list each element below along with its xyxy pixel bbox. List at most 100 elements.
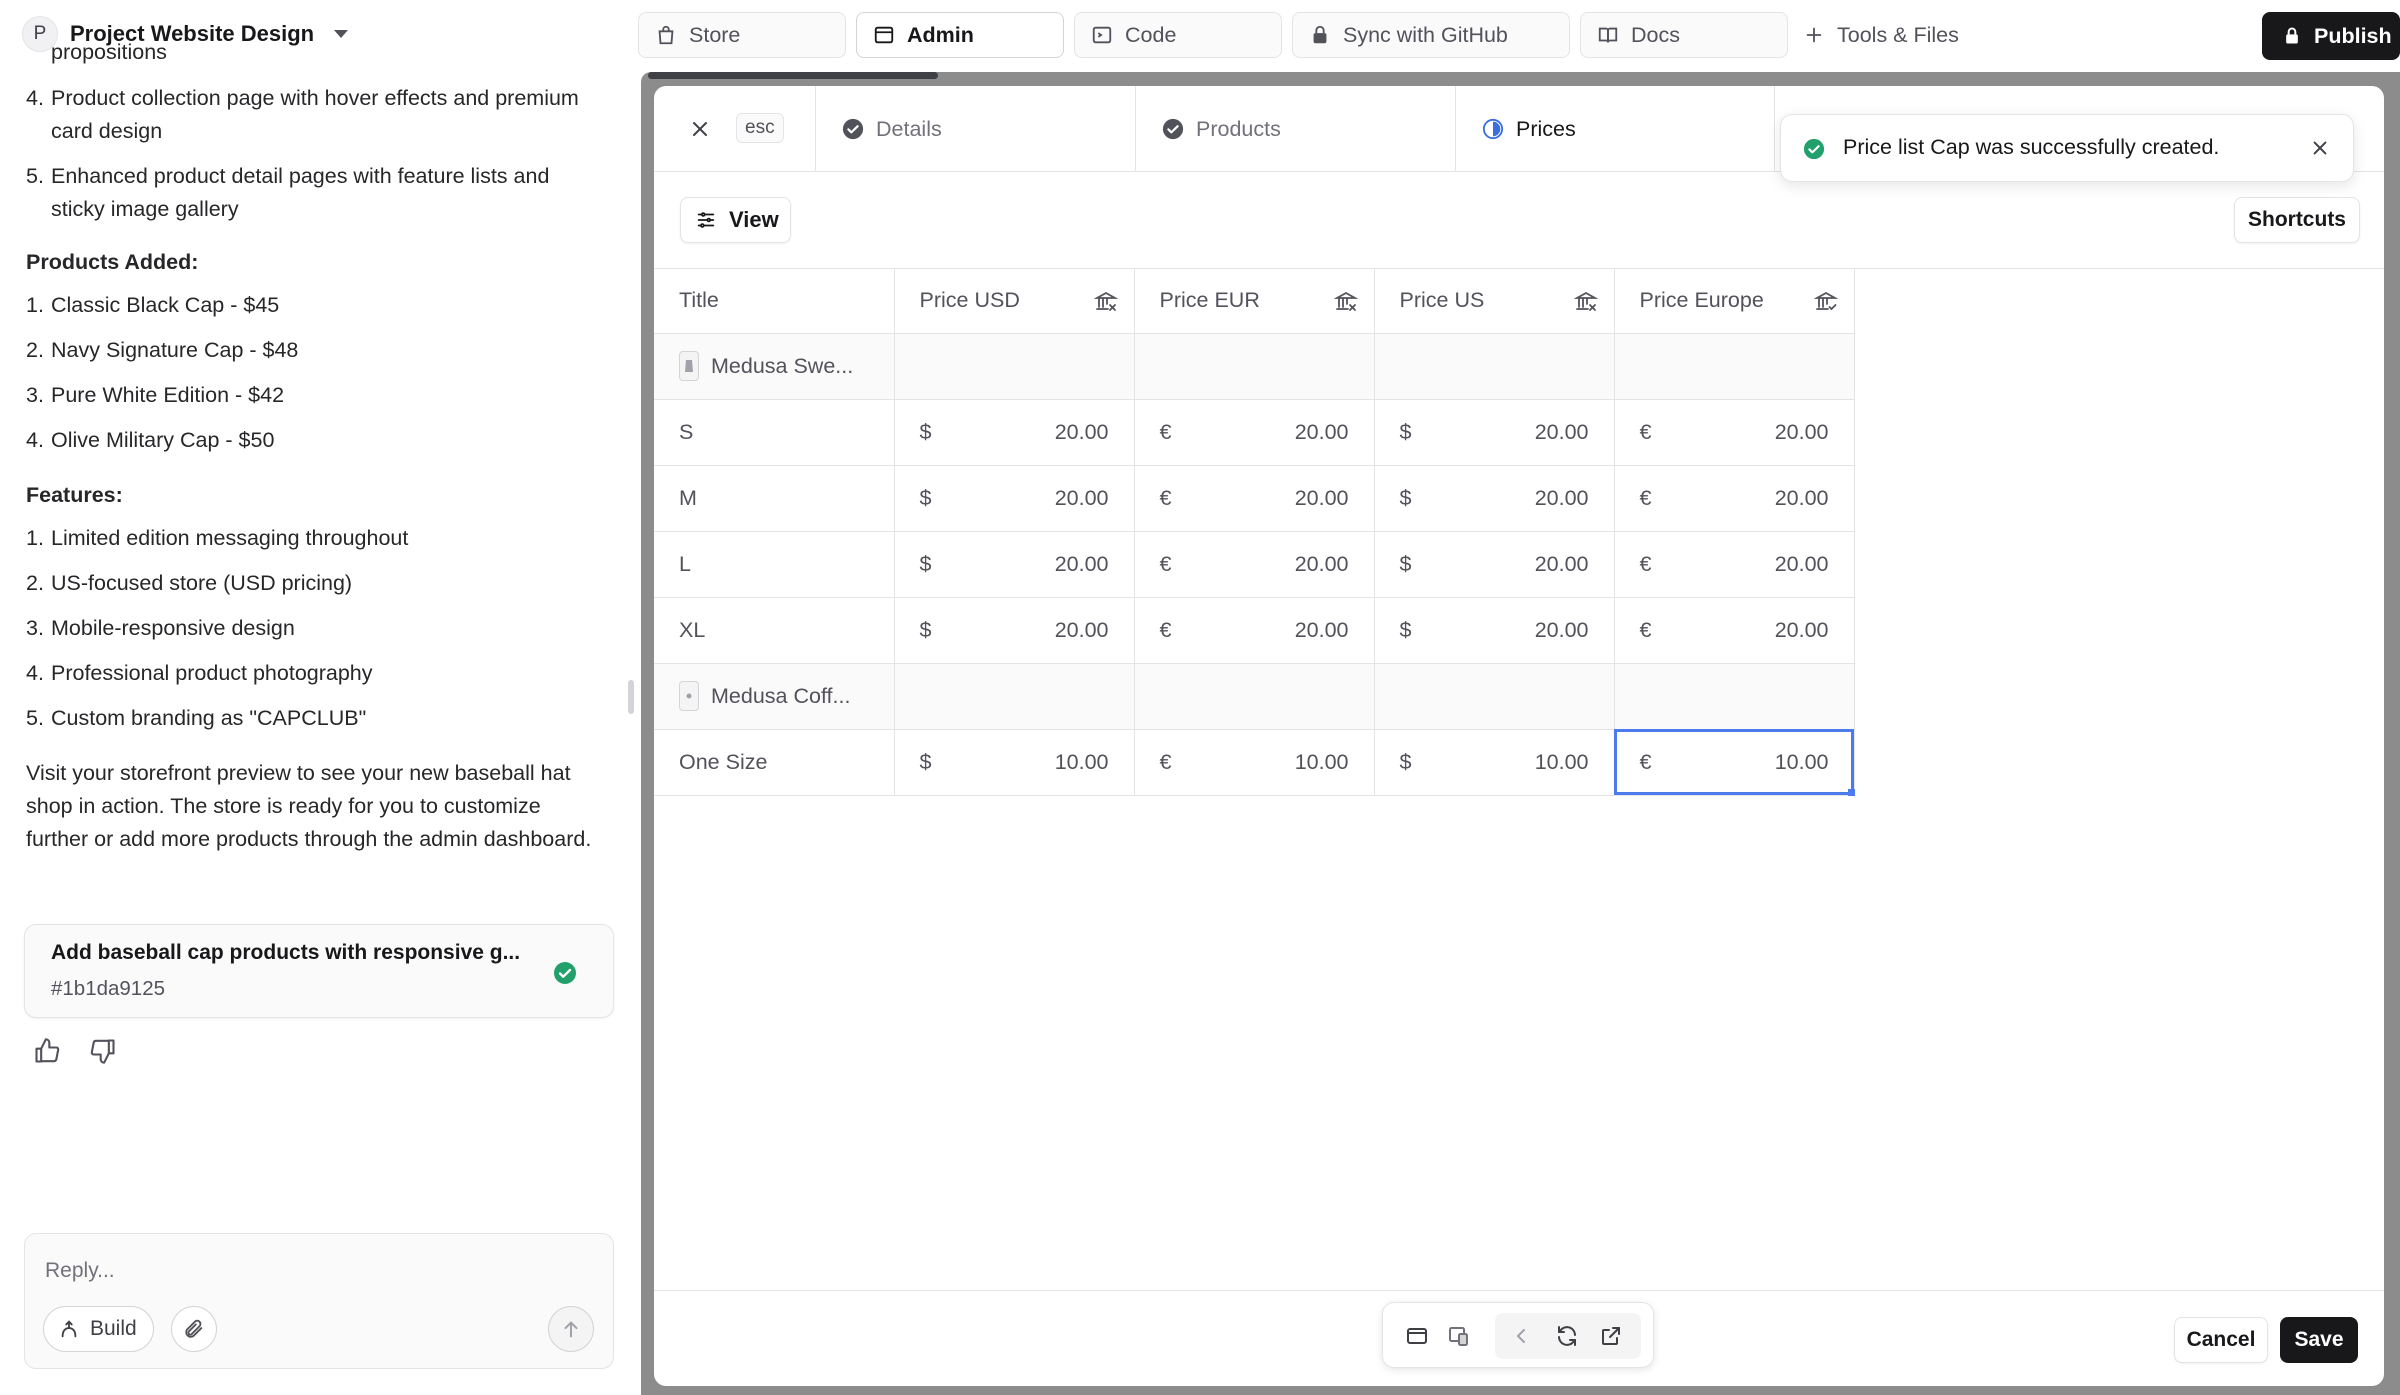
features-heading: Features: (26, 483, 123, 507)
price-grid: Title Price USD Price EUR Price US Price… (654, 269, 1855, 796)
grid-cell[interactable]: $20.00 (1374, 399, 1615, 466)
view-button[interactable]: View (680, 197, 791, 243)
commit-hash: #1b1da9125 (51, 977, 166, 1000)
tab-admin[interactable]: Admin (856, 12, 1064, 58)
column-header-price-us: Price US (1374, 269, 1615, 334)
grid-cell[interactable]: $10.00 (1374, 729, 1615, 796)
close-icon[interactable] (690, 119, 710, 139)
bank-check-icon[interactable] (1813, 289, 1838, 313)
list-item: 2. US-focused store (USD pricing) (26, 571, 353, 595)
resize-handle[interactable] (628, 680, 634, 714)
grid-cell[interactable] (894, 663, 1135, 730)
grid-cell[interactable]: $20.00 (894, 531, 1135, 598)
tab-code[interactable]: Code (1074, 12, 1282, 58)
cancel-button[interactable]: Cancel (2174, 1317, 2268, 1363)
tab-products[interactable]: Products (1135, 86, 1455, 172)
bank-icon[interactable] (1333, 289, 1358, 313)
success-toast: Price list Cap was successfully created. (1780, 114, 2354, 182)
products-heading: Products Added: (26, 250, 199, 274)
tab-docs[interactable]: Docs (1580, 12, 1788, 58)
hammer-icon (61, 1320, 77, 1338)
features-list: 1. Limited edition messaging throughout 2… (26, 522, 616, 735)
grid-cell[interactable]: $20.00 (894, 597, 1135, 664)
send-button[interactable] (548, 1306, 594, 1352)
grid-cell[interactable] (1374, 663, 1615, 730)
refresh-icon[interactable] (1555, 1324, 1579, 1348)
grid-cell[interactable]: L (654, 531, 895, 598)
feedback-row (32, 1036, 118, 1066)
commit-card[interactable]: Add baseball cap products with responsiv… (24, 924, 614, 1018)
tools-files-button[interactable]: Tools & Files (1803, 12, 1959, 58)
grid-cell[interactable]: Medusa Coff... (654, 663, 895, 730)
grid-cell[interactable]: $20.00 (1374, 597, 1615, 664)
grid-cell[interactable]: €10.00 (1134, 729, 1375, 796)
list-item: 1. Limited edition messaging throughout (26, 526, 409, 550)
grid-cell[interactable]: $20.00 (1374, 465, 1615, 532)
list-item: 5. Custom branding as "CAPCLUB" (26, 706, 367, 730)
grid-cell[interactable] (1614, 663, 1855, 730)
products-list: 1. Classic Black Cap - $45 2. Navy Signatu… (26, 289, 616, 457)
tab-prices[interactable]: Prices (1455, 86, 1775, 172)
attach-button[interactable] (171, 1306, 217, 1352)
grid-cell[interactable] (1134, 663, 1375, 730)
thumbs-up-icon[interactable] (32, 1036, 62, 1066)
grid-cell[interactable]: €20.00 (1134, 531, 1375, 598)
grid-cell[interactable]: €20.00 (1134, 399, 1375, 466)
grid-cell[interactable]: S (654, 399, 895, 466)
build-label: Build (90, 1317, 137, 1340)
desktop-view-icon[interactable] (1405, 1324, 1429, 1348)
close-icon[interactable] (2311, 139, 2329, 157)
shortcuts-button[interactable]: Shortcuts (2234, 197, 2360, 243)
grid-cell[interactable] (1134, 333, 1375, 400)
tab-store[interactable]: Store (638, 12, 846, 58)
half-circle-icon (1482, 118, 1504, 140)
grid-cell[interactable]: €20.00 (1614, 399, 1855, 466)
grid-cell[interactable]: €20.00 (1614, 597, 1855, 664)
sliders-icon (697, 212, 715, 228)
paperclip-icon (185, 1319, 203, 1338)
responsive-view-icon[interactable] (1447, 1324, 1471, 1348)
grid-cell[interactable]: XL (654, 597, 895, 664)
grid-cell[interactable]: €20.00 (1134, 597, 1375, 664)
tab-sync-github[interactable]: Sync with GitHub (1292, 12, 1570, 58)
list-a: 4. Product collection page with hover eff… (26, 82, 616, 226)
fill-handle[interactable] (1847, 788, 1855, 796)
save-button[interactable]: Save (2280, 1317, 2358, 1363)
table-row: Medusa Swe... (654, 333, 1855, 400)
lock-icon (1313, 25, 1327, 44)
grid-cell[interactable]: $20.00 (894, 399, 1135, 466)
grid-cell[interactable] (894, 333, 1135, 400)
bank-icon[interactable] (1093, 289, 1118, 313)
list-item: 3. Mobile-responsive design (26, 616, 295, 640)
grid-cell[interactable]: $10.00 (894, 729, 1135, 796)
loading-progress-bar (648, 72, 938, 79)
grid-cell[interactable]: €20.00 (1614, 465, 1855, 532)
grid-cell[interactable] (1614, 333, 1855, 400)
grid-cell[interactable]: $20.00 (894, 465, 1135, 532)
grid-cell[interactable] (1374, 333, 1615, 400)
grid-cell[interactable]: Medusa Swe... (654, 333, 895, 400)
grid-cell[interactable]: M (654, 465, 895, 532)
plus-icon (1806, 27, 1822, 43)
publish-button[interactable]: Publish (2262, 12, 2400, 60)
grid-cell[interactable]: €20.00 (1614, 531, 1855, 598)
grid-cell[interactable]: $20.00 (1374, 531, 1615, 598)
grid-cell-selected[interactable]: €10.00 (1614, 729, 1855, 796)
open-external-icon[interactable] (1599, 1324, 1623, 1348)
grid-cell[interactable]: €20.00 (1134, 465, 1375, 532)
table-row: S $20.00 €20.00 $20.00 €20.00 (654, 399, 1855, 466)
column-header-price-europe: Price Europe (1614, 269, 1855, 334)
grid-cell[interactable]: One Size (654, 729, 895, 796)
list-item: 2. Navy Signature Cap - $48 (26, 338, 299, 362)
list-item: 4. Professional product photography (26, 661, 373, 685)
build-mode-button[interactable]: Build (43, 1306, 154, 1352)
product-thumbnail-icon (679, 351, 699, 381)
check-circle-icon (1162, 118, 1184, 140)
back-icon[interactable] (1509, 1324, 1533, 1348)
bank-icon[interactable] (1573, 289, 1598, 313)
thumbs-down-icon[interactable] (88, 1036, 118, 1066)
reply-input[interactable] (45, 1254, 585, 1288)
column-header-price-eur: Price EUR (1134, 269, 1375, 334)
tab-details[interactable]: Details (815, 86, 1135, 172)
list-item: 4. Olive Military Cap - $50 (26, 428, 275, 452)
